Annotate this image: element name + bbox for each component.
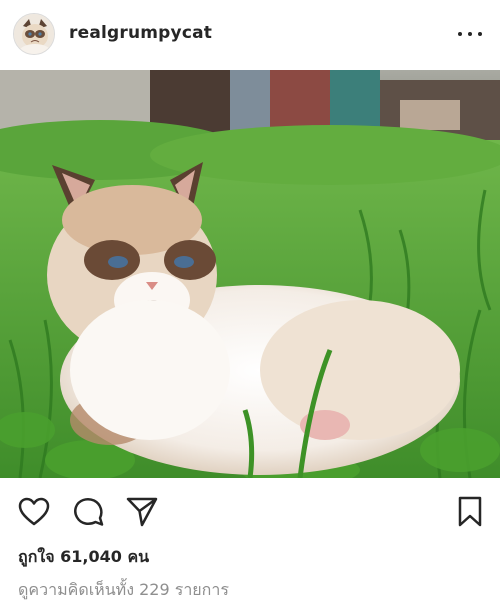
post-photo[interactable]: [0, 70, 500, 478]
bookmark-icon-svg: [458, 496, 482, 527]
comment-icon-svg: [74, 498, 104, 526]
dot: [458, 32, 462, 36]
post-header: realgrumpycat: [0, 0, 500, 70]
bookmark-icon[interactable]: [452, 494, 488, 530]
grumpy-cat-photo: [0, 70, 500, 478]
paper-plane-icon[interactable]: [124, 494, 160, 530]
action-bar: [0, 478, 500, 544]
paper-plane-icon-svg: [126, 497, 158, 527]
comment-icon[interactable]: [71, 494, 107, 530]
like-count[interactable]: ถูกใจ 61,040 คน: [18, 545, 149, 570]
dot: [478, 32, 482, 36]
username[interactable]: realgrumpycat: [69, 23, 212, 43]
heart-icon-svg: [18, 497, 50, 526]
heart-icon[interactable]: [16, 494, 52, 530]
avatar[interactable]: [13, 13, 55, 55]
grumpy-cat-avatar-image: [14, 14, 54, 54]
more-options-icon[interactable]: [458, 24, 482, 44]
view-all-comments-link[interactable]: ดูความคิดเห็นทั้ง 229 รายการ: [18, 578, 229, 600]
dot: [468, 32, 472, 36]
